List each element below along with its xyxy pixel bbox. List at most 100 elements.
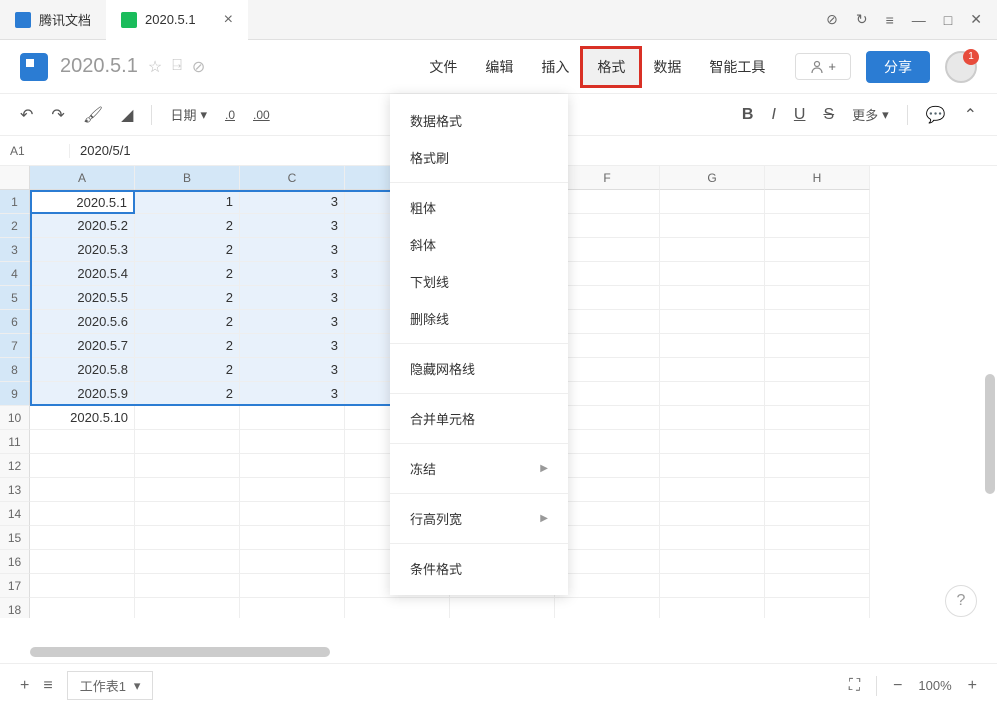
column-header[interactable]: H	[765, 166, 870, 190]
row-header[interactable]: 12	[0, 454, 30, 478]
cell[interactable]: 3	[240, 190, 345, 214]
row-header[interactable]: 7	[0, 334, 30, 358]
cell[interactable]	[660, 454, 765, 478]
cell[interactable]: 3	[240, 286, 345, 310]
star-icon[interactable]: ☆	[148, 57, 162, 77]
cell[interactable]	[240, 454, 345, 478]
add-user-button[interactable]: +	[795, 53, 851, 80]
column-header[interactable]: F	[555, 166, 660, 190]
number-format-select[interactable]: 日期 ▾	[170, 105, 207, 124]
cell[interactable]	[135, 550, 240, 574]
row-header[interactable]: 17	[0, 574, 30, 598]
bold-icon[interactable]: B	[742, 106, 754, 124]
horizontal-scrollbar[interactable]	[30, 647, 330, 657]
row-header[interactable]: 18	[0, 598, 30, 618]
cell[interactable]	[660, 286, 765, 310]
cell[interactable]	[765, 214, 870, 238]
cell[interactable]	[555, 574, 660, 598]
dropdown-item[interactable]: 合并单元格	[390, 400, 568, 437]
cell[interactable]	[765, 286, 870, 310]
cell[interactable]	[135, 406, 240, 430]
cell[interactable]	[450, 598, 555, 618]
cell[interactable]	[240, 574, 345, 598]
share-button[interactable]: 分享	[866, 51, 930, 83]
cell[interactable]	[135, 478, 240, 502]
cell[interactable]: 2	[135, 286, 240, 310]
close-window-icon[interactable]: ✕	[970, 11, 982, 28]
column-header[interactable]: A	[30, 166, 135, 190]
cell[interactable]: 2020.5.7	[30, 334, 135, 358]
dropdown-item[interactable]: 下划线	[390, 263, 568, 300]
cell[interactable]: 2	[135, 310, 240, 334]
row-header[interactable]: 6	[0, 310, 30, 334]
menu-data[interactable]: 数据	[653, 57, 681, 77]
forbidden-icon[interactable]: ⊘	[826, 11, 838, 28]
row-header[interactable]: 16	[0, 550, 30, 574]
cell[interactable]	[240, 526, 345, 550]
dropdown-item[interactable]: 斜体	[390, 226, 568, 263]
cell[interactable]: 2	[135, 262, 240, 286]
cell[interactable]	[660, 598, 765, 618]
cell[interactable]	[765, 262, 870, 286]
cell[interactable]	[555, 406, 660, 430]
sheet-tab[interactable]: 工作表1 ▾	[67, 671, 154, 700]
fullscreen-icon[interactable]: ⛶	[849, 677, 860, 695]
cell[interactable]	[765, 550, 870, 574]
tab-document[interactable]: 2020.5.1 ×	[106, 0, 248, 40]
undo-icon[interactable]: ↶	[20, 105, 33, 125]
decrease-decimal-icon[interactable]: .0	[225, 108, 235, 122]
avatar[interactable]: 1	[945, 51, 977, 83]
cell[interactable]	[660, 358, 765, 382]
cell[interactable]	[555, 310, 660, 334]
minimize-icon[interactable]: —	[912, 12, 926, 28]
menu-file[interactable]: 文件	[429, 57, 457, 77]
row-header[interactable]: 9	[0, 382, 30, 406]
row-header[interactable]: 13	[0, 478, 30, 502]
increase-decimal-icon[interactable]: .00	[253, 108, 270, 122]
formula-value[interactable]: 2020/5/1	[70, 143, 141, 158]
cell[interactable]	[765, 238, 870, 262]
cell[interactable]: 3	[240, 382, 345, 406]
menu-edit[interactable]: 编辑	[485, 57, 513, 77]
cell[interactable]	[660, 502, 765, 526]
dropdown-item[interactable]: 隐藏网格线	[390, 350, 568, 387]
cell[interactable]	[765, 526, 870, 550]
help-button[interactable]: ?	[945, 585, 977, 617]
cell[interactable]: 3	[240, 310, 345, 334]
cell[interactable]	[660, 334, 765, 358]
row-header[interactable]: 14	[0, 502, 30, 526]
cell[interactable]	[555, 190, 660, 214]
row-header[interactable]: 15	[0, 526, 30, 550]
tab-tencent-docs[interactable]: 腾讯文档	[0, 0, 106, 40]
cell[interactable]: 2	[135, 214, 240, 238]
cell[interactable]	[660, 238, 765, 262]
select-all-corner[interactable]	[0, 166, 30, 190]
column-header[interactable]: B	[135, 166, 240, 190]
cell[interactable]	[660, 262, 765, 286]
cell[interactable]	[30, 430, 135, 454]
row-header[interactable]: 5	[0, 286, 30, 310]
document-title[interactable]: 2020.5.1	[60, 55, 138, 78]
row-header[interactable]: 2	[0, 214, 30, 238]
cell[interactable]	[30, 478, 135, 502]
refresh-icon[interactable]: ↻	[856, 11, 868, 28]
dropdown-item[interactable]: 行高列宽▶	[390, 500, 568, 537]
cell[interactable]: 2	[135, 334, 240, 358]
cell[interactable]	[555, 430, 660, 454]
cell[interactable]	[555, 598, 660, 618]
cell[interactable]: 2020.5.10	[30, 406, 135, 430]
cell[interactable]	[765, 574, 870, 598]
cell[interactable]	[135, 598, 240, 618]
dropdown-item[interactable]: 删除线	[390, 300, 568, 337]
cell[interactable]: 2020.5.8	[30, 358, 135, 382]
check-icon[interactable]: ⊘	[192, 57, 205, 77]
cell[interactable]	[660, 526, 765, 550]
cell[interactable]	[135, 502, 240, 526]
cell[interactable]	[765, 478, 870, 502]
cell[interactable]	[660, 214, 765, 238]
paint-format-icon[interactable]: 🖌	[83, 105, 103, 125]
cell[interactable]	[555, 334, 660, 358]
maximize-icon[interactable]: □	[944, 12, 952, 28]
cell[interactable]	[660, 430, 765, 454]
cell[interactable]	[135, 526, 240, 550]
